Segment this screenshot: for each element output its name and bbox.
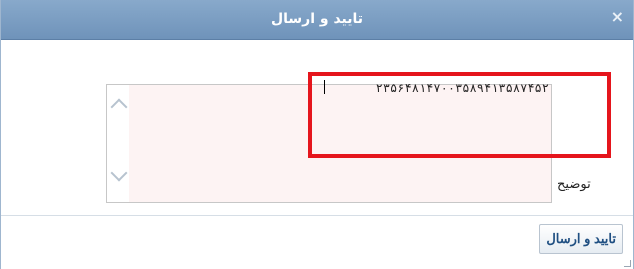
highlight-box (308, 72, 611, 158)
dialog-titlebar[interactable]: تایید و ارسال × (1, 0, 633, 40)
confirm-send-dialog: تایید و ارسال × توضیح ۲۳۵۶۴۸۱۴۷۰۰۳۵۸۹۴۱۳… (0, 0, 634, 269)
footer-divider (1, 215, 633, 216)
chevron-down-icon[interactable] (110, 164, 128, 182)
chevron-up-icon[interactable] (110, 98, 128, 116)
resize-grip-icon[interactable] (624, 260, 631, 267)
confirm-send-button[interactable]: تایید و ارسال (539, 224, 623, 254)
description-label: توضیح (557, 177, 591, 192)
close-icon[interactable]: × (611, 9, 624, 25)
dialog-title: تایید و ارسال (270, 11, 364, 27)
